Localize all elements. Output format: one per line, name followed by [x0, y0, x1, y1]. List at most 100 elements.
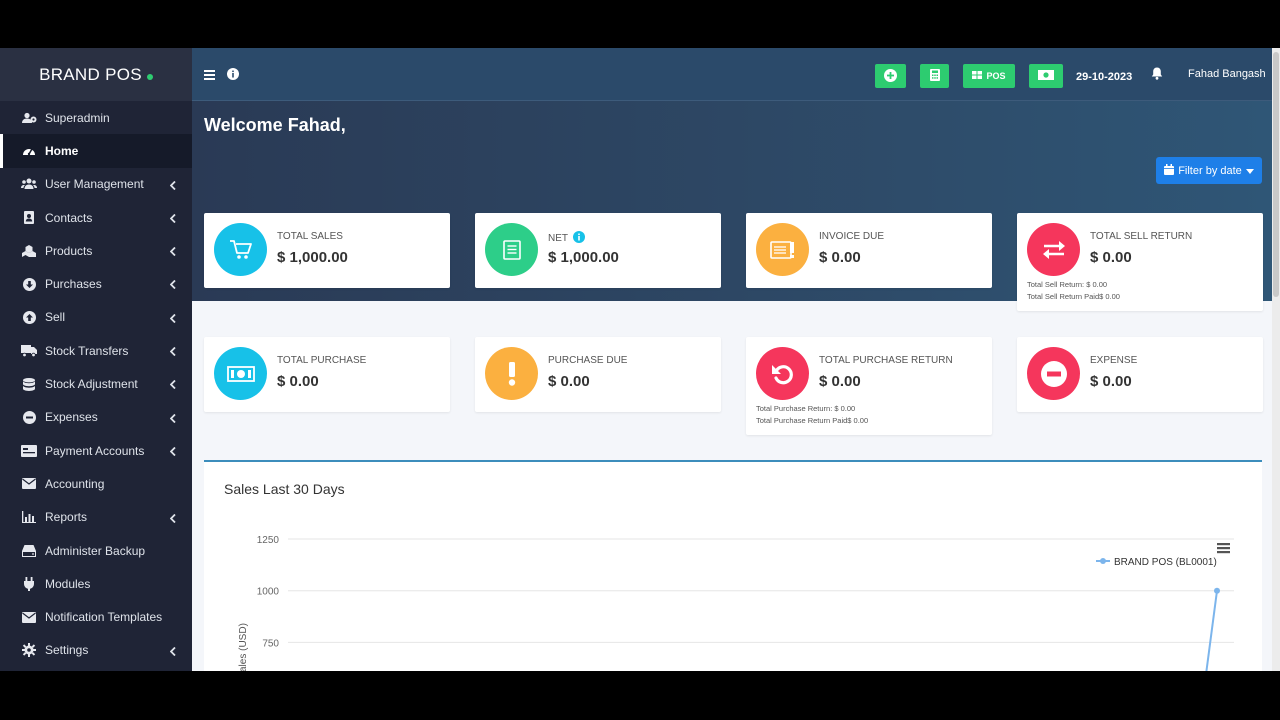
- sidebar-item-modules[interactable]: Modules: [0, 567, 192, 600]
- user-menu[interactable]: Fahad Bangash: [1188, 68, 1266, 80]
- brand-name: BRAND POS: [39, 64, 142, 84]
- sidebar-item-stock-transfers[interactable]: Stock Transfers: [0, 334, 192, 367]
- sidebar-item-products[interactable]: Products: [0, 234, 192, 267]
- bar-chart-icon: [21, 510, 37, 524]
- total-sell-return-label: TOTAL SELL RETURN: [1090, 231, 1193, 242]
- minus-circle-icon: [1027, 347, 1080, 400]
- sidebar-item-payment-accounts[interactable]: Payment Accounts: [0, 434, 192, 467]
- money-check-icon: [21, 444, 37, 458]
- sidebar-item-label: Products: [45, 243, 93, 258]
- gear-icon: [21, 643, 37, 658]
- chevron-left-icon: [169, 645, 176, 659]
- sidebar-item-stock-adjustment[interactable]: Stock Adjustment: [0, 367, 192, 400]
- sidebar-item-reports[interactable]: Reports: [0, 501, 192, 534]
- top-header: POS 29-10-2023 Fahad Bangash: [192, 48, 1272, 101]
- sidebar-item-settings[interactable]: Settings: [0, 634, 192, 667]
- filter-by-date-button[interactable]: Filter by date: [1156, 157, 1262, 184]
- total-sell-return-card: TOTAL SELL RETURN $ 0.00 Total Sell Retu…: [1017, 213, 1263, 311]
- calculator-button[interactable]: [920, 64, 949, 88]
- y-tick-label: 750: [262, 638, 279, 649]
- bell-icon[interactable]: [1151, 67, 1163, 85]
- purchase-due-label: PURCHASE DUE: [548, 355, 628, 366]
- users-cog-icon: [21, 111, 37, 125]
- sidebar-item-label: Stock Transfers: [45, 343, 129, 358]
- total-purchase-value: $ 0.00: [277, 373, 319, 390]
- undo-icon: [756, 347, 809, 400]
- sidebar-item-expenses[interactable]: Expenses: [0, 401, 192, 434]
- sidebar-item-user-management[interactable]: User Management: [0, 168, 192, 201]
- sidebar-item-label: Modules: [45, 576, 91, 591]
- address-book-icon: [21, 211, 37, 225]
- pos-button[interactable]: POS: [963, 64, 1015, 88]
- sidebar-item-home[interactable]: Home: [0, 134, 192, 168]
- expense-label: EXPENSE: [1090, 355, 1138, 366]
- cash-register-button[interactable]: [1029, 64, 1063, 88]
- total-sell-return-note: Total Sell Return: $ 0.00: [1027, 280, 1108, 289]
- hamburger-menu-icon[interactable]: [204, 67, 215, 85]
- net-card: NET $ 1,000.00: [475, 213, 721, 288]
- page-scrollbar[interactable]: [1272, 48, 1280, 671]
- cart-icon: [214, 223, 267, 276]
- invoice-due-value: $ 0.00: [819, 249, 861, 266]
- net-label-wrap: NET: [548, 231, 585, 246]
- database-icon: [21, 377, 37, 391]
- info-icon[interactable]: [227, 67, 239, 85]
- chevron-left-icon: [169, 445, 176, 459]
- sidebar-item-purchases[interactable]: Purchases: [0, 267, 192, 300]
- sidebar-item-sell[interactable]: Sell: [0, 301, 192, 334]
- online-status-dot: [146, 74, 153, 80]
- exchange-icon: [1027, 223, 1080, 276]
- users-icon: [21, 177, 37, 191]
- cubes-icon: [21, 244, 37, 258]
- invoice-alert-icon: [756, 223, 809, 276]
- sidebar-item-notification-templates[interactable]: Notification Templates: [0, 600, 192, 633]
- total-sell-return-paid-note: Total Sell Return Paid$ 0.00: [1027, 292, 1120, 301]
- chevron-left-icon: [169, 312, 176, 326]
- sidebar-item-label: Settings: [45, 643, 89, 658]
- sidebar-item-label: Contacts: [45, 210, 93, 225]
- exclamation-icon: [485, 347, 538, 400]
- caret-down-icon: [1245, 165, 1254, 177]
- sidebar-item-administer-backup[interactable]: Administer Backup: [0, 534, 192, 567]
- chart-menu-icon[interactable]: [1217, 543, 1230, 554]
- invoice-due-label: INVOICE DUE: [819, 231, 885, 242]
- sales-line-chart: 1250 1000 750 ales (USD) BRAND POS (BL0001): [238, 535, 1234, 671]
- sidebar-item-label: Stock Adjustment: [45, 377, 138, 392]
- dashboard-gauge-icon: [21, 144, 37, 158]
- total-purchase-return-value: $ 0.00: [819, 373, 861, 390]
- sidebar-menu: Superadmin Home User Management Contacts Pro…: [0, 101, 192, 667]
- purchase-due-value: $ 0.00: [548, 373, 590, 390]
- calendar-icon: [1164, 163, 1175, 178]
- net-label: NET: [548, 233, 568, 244]
- brand-logo[interactable]: BRAND POS: [0, 48, 192, 101]
- arrow-circle-up-icon: [21, 310, 37, 324]
- total-purchase-return-paid-note: Total Purchase Return Paid$ 0.00: [756, 416, 869, 425]
- sidebar-item-label: Payment Accounts: [45, 443, 145, 458]
- sidebar-item-superadmin[interactable]: Superadmin: [0, 101, 192, 134]
- scrollbar-thumb[interactable]: [1273, 52, 1279, 297]
- arrow-circle-down-icon: [21, 277, 37, 291]
- money-bill-icon: [1038, 70, 1054, 82]
- total-purchase-label: TOTAL PURCHASE: [277, 355, 367, 366]
- welcome-heading: Welcome Fahad,: [204, 115, 346, 135]
- legend-marker: [1100, 558, 1106, 564]
- chevron-left-icon: [169, 345, 176, 359]
- y-tick-label: 1000: [257, 587, 280, 598]
- sidebar-item-accounting[interactable]: Accounting: [0, 467, 192, 500]
- net-info-icon[interactable]: [573, 231, 585, 246]
- legend-label: BRAND POS (BL0001): [1114, 557, 1217, 568]
- total-purchase-return-card: TOTAL PURCHASE RETURN $ 0.00 Total Purch…: [746, 337, 992, 435]
- y-axis-label: ales (USD): [238, 623, 249, 671]
- data-point: [1214, 587, 1220, 594]
- pos-label: POS: [986, 71, 1006, 81]
- truck-icon: [21, 344, 37, 358]
- hdd-icon: [21, 544, 37, 558]
- add-button[interactable]: [875, 64, 906, 88]
- y-tick-label: 1250: [257, 535, 280, 546]
- sidebar-item-label: Sell: [45, 310, 66, 325]
- sidebar-item-contacts[interactable]: Contacts: [0, 201, 192, 234]
- total-sales-value: $ 1,000.00: [277, 249, 348, 266]
- total-sales-card: TOTAL SALES $ 1,000.00: [204, 213, 450, 288]
- expense-value: $ 0.00: [1090, 373, 1132, 390]
- sidebar-item-label: Reports: [45, 510, 88, 525]
